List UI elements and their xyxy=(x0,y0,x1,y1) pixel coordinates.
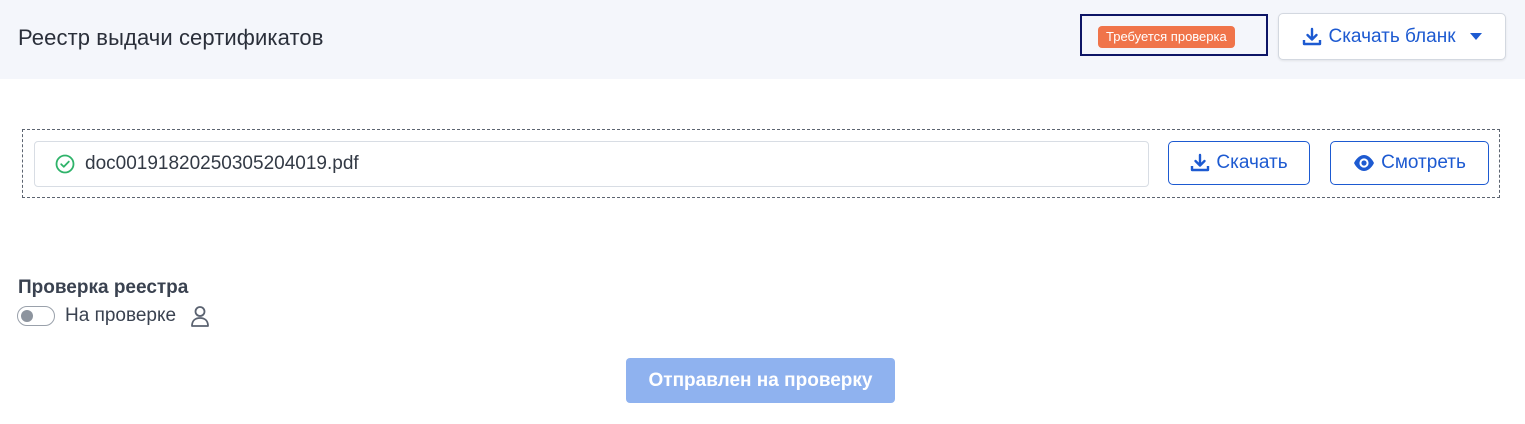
review-section-label: Проверка реестра xyxy=(18,277,189,298)
download-icon xyxy=(1190,153,1210,173)
toggle-knob xyxy=(21,310,33,322)
status-badge: Требуется проверка xyxy=(1098,26,1235,48)
download-template-label: Скачать бланк xyxy=(1328,25,1456,47)
page-title: Реестр выдачи сертификатов xyxy=(18,25,324,50)
submit-review-button[interactable]: Отправлен на проверку xyxy=(626,358,895,403)
file-field: doc00191820250305204019.pdf xyxy=(34,141,1149,187)
view-file-label: Смотреть xyxy=(1381,152,1466,173)
chevron-down-icon xyxy=(1469,33,1482,40)
review-toggle-label: На проверке xyxy=(65,305,177,326)
eye-icon xyxy=(1353,154,1375,172)
download-file-label: Скачать xyxy=(1216,152,1288,173)
file-name: doc00191820250305204019.pdf xyxy=(85,153,359,174)
view-file-button[interactable]: Смотреть xyxy=(1330,141,1489,185)
user-icon xyxy=(190,305,210,327)
download-icon xyxy=(1302,27,1322,47)
download-file-button[interactable]: Скачать xyxy=(1168,141,1310,185)
review-toggle-row: На проверке xyxy=(17,305,210,327)
status-highlight: Требуется проверка xyxy=(1080,14,1268,56)
download-template-button[interactable]: Скачать бланк xyxy=(1278,13,1506,60)
check-circle-icon xyxy=(55,154,75,174)
page-header: Реестр выдачи сертификатов Требуется про… xyxy=(0,0,1525,79)
review-toggle[interactable] xyxy=(17,306,55,326)
file-dropzone: doc00191820250305204019.pdf Скачать Смот… xyxy=(22,129,1500,198)
